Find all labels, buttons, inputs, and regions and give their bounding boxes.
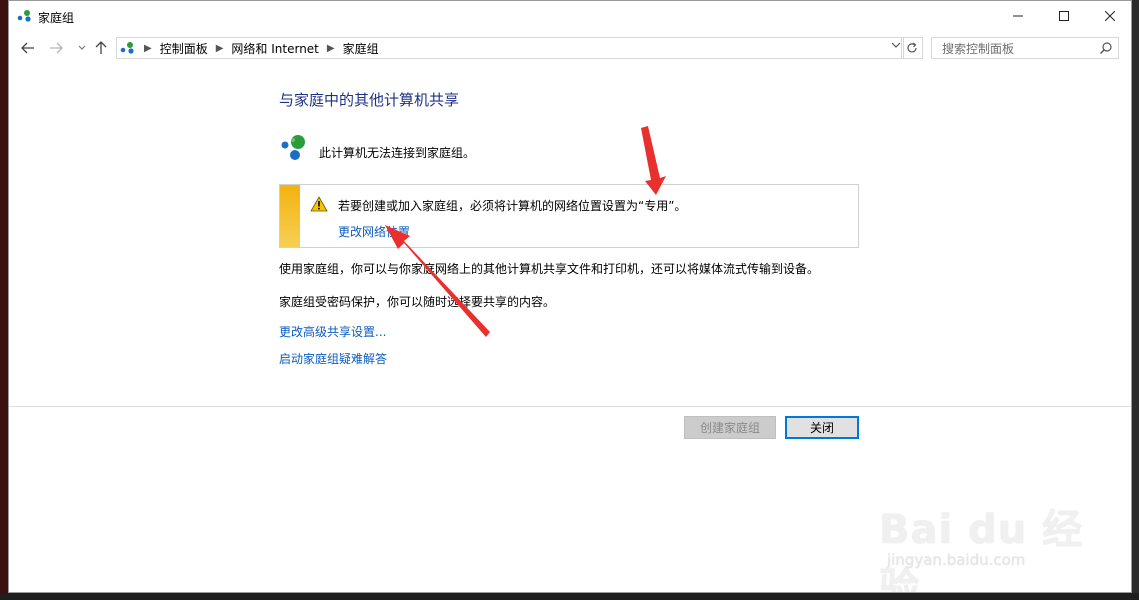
search-box[interactable]: [931, 37, 1119, 59]
control-panel-homegroup-icon: [120, 42, 134, 54]
window-title: 家庭组: [38, 11, 75, 25]
maximize-button[interactable]: [1041, 1, 1087, 31]
homegroup-icon: [281, 135, 305, 160]
baidu-jingyan-watermark: Bai du 经验 jingyan.baidu.com: [879, 479, 1094, 592]
homegroup-troubleshooter-link[interactable]: 启动家庭组疑难解答: [279, 350, 387, 367]
breadcrumb-network-internet[interactable]: 网络和 Internet: [231, 40, 318, 57]
breadcrumb-control-panel[interactable]: 控制面板: [160, 40, 208, 57]
refresh-icon: [907, 42, 917, 53]
chevron-down-icon: [891, 42, 901, 48]
back-arrow-icon: [21, 42, 34, 54]
connection-status-text: 此计算机无法连接到家庭组。: [319, 146, 476, 160]
close-button[interactable]: 关闭: [785, 416, 859, 439]
warning-panel: 若要创建或加入家庭组，必须将计算机的网络位置设置为“专用”。 更改网络位置: [279, 184, 859, 248]
up-button[interactable]: [92, 39, 110, 57]
minimize-icon: [1013, 15, 1023, 17]
close-icon: [1105, 11, 1115, 21]
chevron-down-icon: [78, 45, 86, 50]
forward-button[interactable]: [47, 39, 65, 57]
refresh-button[interactable]: [901, 37, 923, 59]
title-bar: 家庭组: [9, 1, 1131, 31]
watermark-logo-text: Bai du 经验: [879, 507, 1084, 593]
navigation-bar: ▶ 控制面板 ▶ 网络和 Internet ▶ 家庭组: [9, 33, 1131, 63]
breadcrumb-separator: ▶: [215, 42, 224, 54]
up-arrow-icon: [95, 41, 107, 54]
homegroup-description: 使用家庭组，你可以与你家庭网络上的其他计算机共享文件和打印机，还可以将媒体流式传…: [279, 262, 820, 276]
close-window-button[interactable]: [1087, 1, 1131, 31]
address-bar[interactable]: ▶ 控制面板 ▶ 网络和 Internet ▶ 家庭组: [116, 37, 904, 59]
advanced-sharing-settings-link[interactable]: 更改高级共享设置...: [279, 323, 386, 340]
desktop-background: [0, 0, 8, 600]
create-homegroup-button[interactable]: 创建家庭组: [684, 416, 776, 439]
minimize-button[interactable]: [995, 1, 1041, 31]
breadcrumb-homegroup[interactable]: 家庭组: [343, 40, 379, 57]
forward-arrow-icon: [50, 42, 63, 54]
maximize-icon: [1059, 11, 1069, 21]
page-title: 与家庭中的其他计算机共享: [279, 91, 460, 109]
change-network-location-link[interactable]: 更改网络位置: [338, 223, 410, 240]
desktop-taskbar-edge: [0, 593, 1139, 600]
back-button[interactable]: [19, 39, 37, 57]
warning-text: 若要创建或加入家庭组，必须将计算机的网络位置设置为“专用”。: [338, 199, 687, 213]
address-history-dropdown[interactable]: [891, 41, 901, 52]
warning-bar: [280, 185, 300, 247]
breadcrumb-separator: ▶: [326, 42, 335, 54]
recent-locations-button[interactable]: [73, 39, 91, 57]
breadcrumb-separator: ▶: [144, 42, 152, 54]
search-input[interactable]: [940, 39, 1104, 59]
search-icon[interactable]: [1099, 41, 1113, 55]
watermark-url: jingyan.baidu.com: [887, 551, 1026, 569]
homegroup-app-icon: [17, 10, 31, 22]
homegroup-window: 家庭组 ▶ 控制面板 ▶ 网络和 Internet ▶ 家庭组 搜索控制面板 与…: [8, 0, 1132, 593]
footer-divider: [9, 406, 1131, 407]
password-description: 家庭组受密码保护，你可以随时选择要共享的内容。: [279, 295, 556, 309]
warning-icon: [310, 196, 328, 212]
